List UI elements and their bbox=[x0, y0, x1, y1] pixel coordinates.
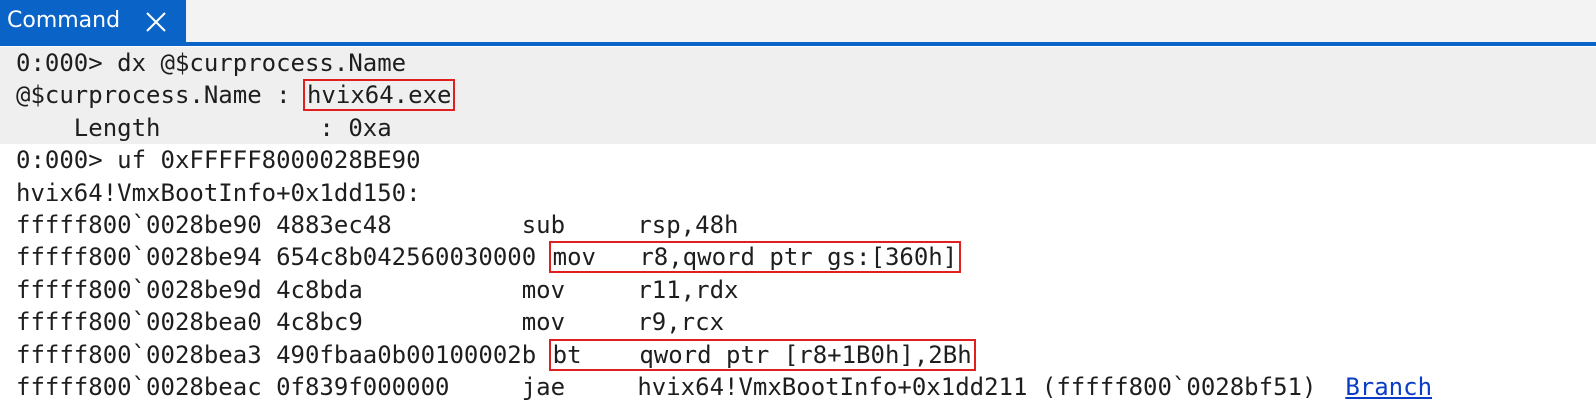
disasm-line: fffff800`0028be90 4883ec48 sub rsp,48h bbox=[16, 210, 739, 239]
tab-strip: Command bbox=[0, 0, 1596, 46]
disasm-branch-instruction: fffff800`0028beac 0f839f000000 jae hvix6… bbox=[16, 372, 1346, 401]
branch-link[interactable]: Branch bbox=[1345, 373, 1432, 401]
disasm-line: fffff800`0028beac 0f839f000000 jae hvix6… bbox=[0, 371, 1596, 403]
disasm-line: fffff800`0028be9d 4c8bda mov r11,rdx bbox=[16, 275, 739, 304]
output-line-uf-command: 0:000> uf 0xFFFFF8000028BE90 bbox=[16, 146, 421, 175]
command-window: Command 0:000> dx @$curprocess.Name @$cu… bbox=[0, 0, 1596, 420]
tab-label: Command bbox=[7, 8, 121, 33]
output-line-process-name: @$curprocess.Name : hvix64.exe bbox=[0, 79, 1596, 112]
process-name-value: hvix64.exe bbox=[302, 79, 456, 112]
disasm-line: fffff800`0028be94 654c8b042560030000 mov… bbox=[0, 241, 1596, 274]
disasm-line: fffff800`0028bea3 490fbaa0b00100002b bt … bbox=[0, 338, 1596, 371]
disasm-address-bytes: fffff800`0028be94 654c8b042560030000 bbox=[16, 243, 551, 272]
disasm-address-bytes: fffff800`0028bea3 490fbaa0b00100002b bbox=[16, 340, 551, 369]
command-output: 0:000> dx @$curprocess.Name @$curprocess… bbox=[0, 46, 1596, 420]
disasm-highlighted-instruction: mov r8,qword ptr gs:[360h] bbox=[548, 241, 962, 274]
tab-command[interactable]: Command bbox=[0, 0, 186, 42]
output-line-symbol: hvix64!VmxBootInfo+0x1dd150: bbox=[16, 178, 421, 207]
close-icon[interactable] bbox=[142, 8, 170, 36]
disasm-highlighted-instruction: bt qword ptr [r8+1B0h],2Bh bbox=[548, 338, 976, 371]
output-line-dx-command: 0:000> dx @$curprocess.Name bbox=[0, 47, 1596, 80]
process-name-label: @$curprocess.Name : bbox=[16, 81, 305, 110]
output-line-length: Length : 0xa bbox=[0, 111, 1596, 145]
disasm-line: fffff800`0028bea0 4c8bc9 mov r9,rcx bbox=[16, 308, 725, 337]
